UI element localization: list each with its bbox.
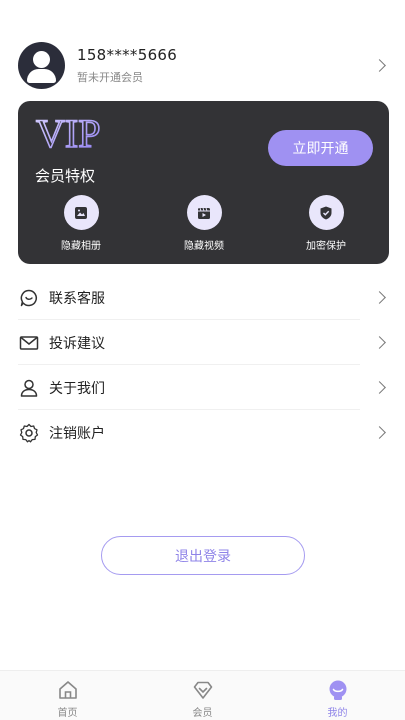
menu-item-label: 关于我们	[49, 380, 105, 397]
menu-item-label: 注销账户	[49, 425, 105, 442]
tab-mine[interactable]: 我的	[270, 671, 405, 720]
menu-item-about-us[interactable]: 关于我们	[18, 365, 390, 410]
vip-card: VIP 会员特权 立即开通 隐藏相册 隐藏视频 加密保护	[18, 101, 389, 264]
bottom-tab-bar: 首页 会员 我的	[0, 670, 405, 720]
diamond-icon	[191, 678, 215, 702]
chevron-right-icon	[373, 58, 386, 72]
chevron-right-icon	[373, 336, 386, 349]
tab-label: 会员	[192, 708, 213, 719]
tab-label: 我的	[327, 708, 348, 719]
svg-text:VIP: VIP	[36, 113, 100, 153]
profile-face-icon	[326, 678, 350, 702]
tab-membership[interactable]: 会员	[135, 671, 270, 720]
menu-item-delete-account[interactable]: 注销账户	[18, 410, 390, 455]
menu-item-label: 投诉建议	[49, 335, 105, 352]
settings-menu: 联系客服 投诉建议 关于我们 注销账户	[18, 275, 390, 455]
membership-status: 暂未开通会员	[77, 70, 143, 84]
envelope-icon	[18, 332, 40, 354]
chat-bubble-icon	[18, 287, 40, 309]
avatar	[18, 41, 65, 89]
shield-check-icon	[320, 206, 332, 219]
tab-label: 首页	[57, 708, 78, 719]
user-icon	[18, 377, 40, 399]
vip-title: 会员特权	[35, 167, 96, 185]
home-icon	[56, 678, 80, 702]
perk-hidden-album[interactable]: 隐藏相册	[41, 195, 121, 252]
menu-item-label: 联系客服	[49, 290, 105, 307]
chevron-right-icon	[373, 291, 386, 304]
perk-label: 隐藏视频	[184, 241, 224, 252]
profile-header[interactable]: 158****5666 暂未开通会员	[18, 40, 390, 90]
logout-button[interactable]: 退出登录	[101, 536, 305, 575]
tab-home[interactable]: 首页	[0, 671, 135, 720]
perk-label: 隐藏相册	[61, 241, 101, 252]
phone-number: 158****5666	[77, 45, 178, 64]
menu-item-feedback[interactable]: 投诉建议	[18, 320, 390, 365]
vip-logo: VIP	[35, 113, 101, 153]
profile-info: 158****5666 暂未开通会员	[77, 46, 375, 85]
open-vip-button[interactable]: 立即开通	[268, 130, 373, 166]
perk-hidden-video[interactable]: 隐藏视频	[164, 195, 244, 252]
menu-item-customer-service[interactable]: 联系客服	[18, 275, 390, 320]
photo-album-icon	[75, 206, 87, 219]
perk-label: 加密保护	[306, 241, 346, 252]
perk-encryption[interactable]: 加密保护	[286, 195, 366, 252]
gear-icon	[18, 422, 40, 444]
chevron-right-icon	[373, 426, 386, 439]
video-clapper-icon	[198, 207, 210, 219]
chevron-right-icon	[373, 381, 386, 394]
